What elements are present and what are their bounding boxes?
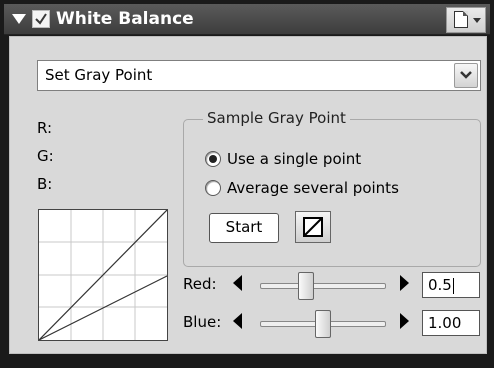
panel-body: Set Gray Point R: G: B: Sample Gray Poin… — [9, 36, 487, 354]
group-title: Sample Gray Point — [203, 109, 350, 127]
white-balance-window: White Balance Set Gray Point R: G: B: Sa… — [0, 0, 494, 368]
g-readout: G: — [37, 147, 54, 165]
red-label: Red: — [183, 275, 217, 293]
red-slider-track[interactable] — [260, 283, 386, 289]
radio-dot — [205, 180, 221, 196]
document-icon — [454, 11, 468, 28]
blue-slider-thumb[interactable] — [315, 310, 331, 338]
radio-single-point[interactable]: Use a single point — [205, 150, 361, 168]
red-value-input[interactable]: 0.5 — [422, 272, 480, 298]
radio-average-points[interactable]: Average several points — [205, 179, 399, 197]
r-readout: R: — [37, 119, 53, 137]
b-readout: B: — [37, 175, 53, 193]
red-increase-icon[interactable] — [400, 275, 409, 291]
chevron-down-icon — [460, 71, 472, 79]
radio-dot-selected — [205, 151, 221, 167]
enable-checkbox[interactable] — [32, 10, 50, 28]
start-button[interactable]: Start — [209, 213, 279, 243]
collapse-triangle-icon[interactable] — [12, 14, 26, 24]
panel-title: White Balance — [56, 9, 194, 29]
blue-increase-icon[interactable] — [400, 313, 409, 329]
menu-caret-icon — [473, 18, 481, 23]
panel-menu-button[interactable] — [446, 7, 486, 33]
gray-point-picker-icon — [303, 217, 323, 237]
blue-decrease-icon[interactable] — [233, 313, 242, 329]
radio-label: Average several points — [227, 179, 399, 197]
dropdown-button[interactable] — [454, 63, 478, 88]
balance-curve-graph — [38, 209, 168, 341]
radio-label: Use a single point — [227, 150, 362, 168]
red-value-text: 0.5 — [428, 276, 452, 294]
blue-label: Blue: — [183, 313, 222, 331]
title-bar: White Balance — [4, 4, 490, 35]
dropdown-value: Set Gray Point — [45, 66, 153, 84]
mode-dropdown[interactable]: Set Gray Point — [37, 60, 481, 91]
red-decrease-icon[interactable] — [233, 275, 242, 291]
gray-point-picker-button[interactable] — [295, 211, 331, 243]
checkmark-icon — [35, 13, 47, 25]
red-slider-thumb[interactable] — [298, 272, 314, 300]
blue-value-input[interactable]: 1.00 — [422, 310, 480, 336]
